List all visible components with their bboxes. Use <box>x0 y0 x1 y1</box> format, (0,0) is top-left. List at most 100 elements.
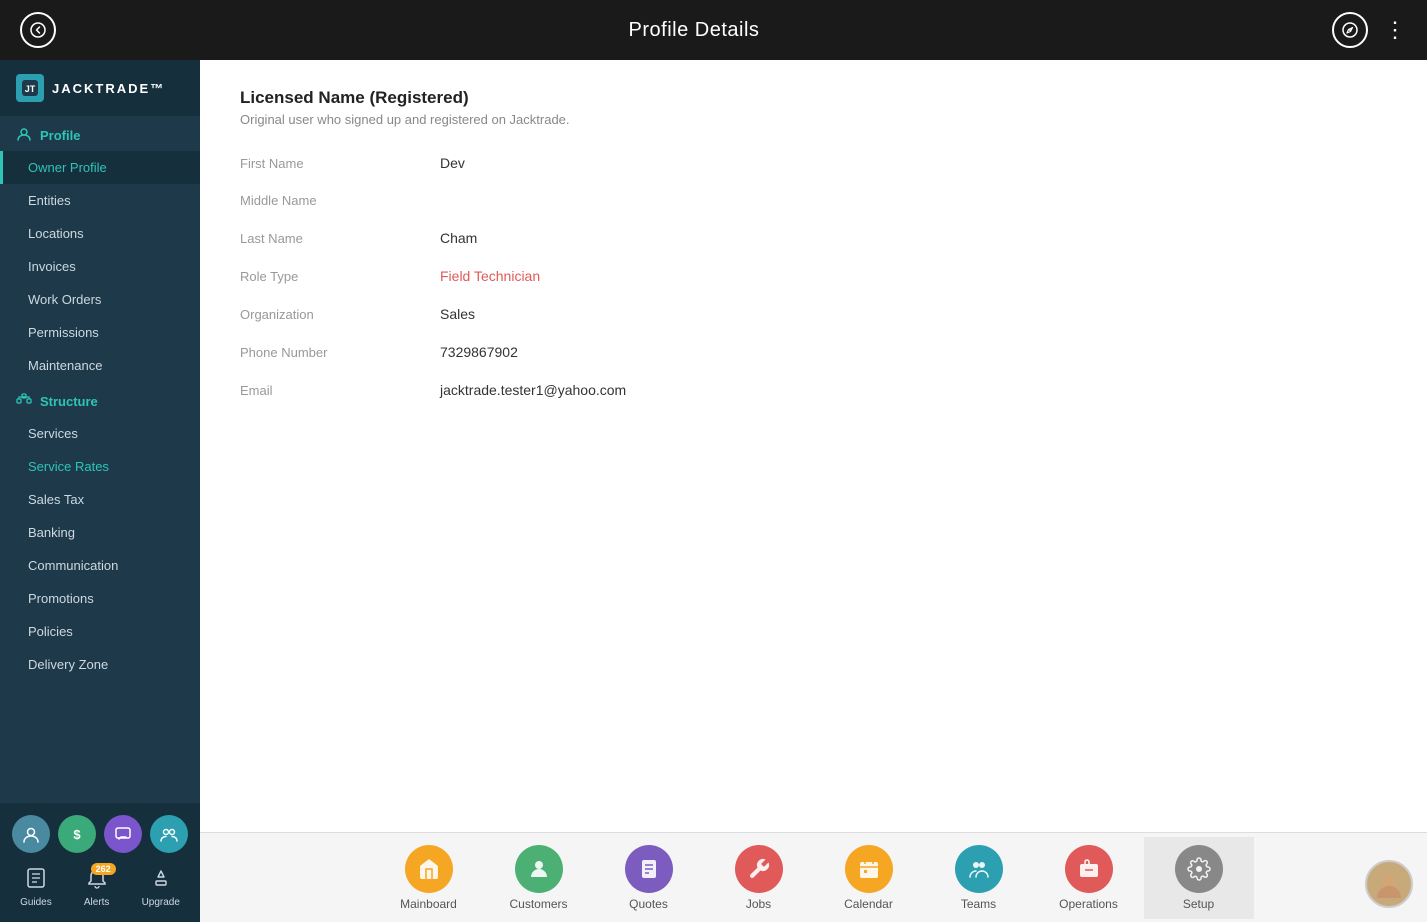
mainboard-icon <box>405 845 453 893</box>
profile-section-header: Profile <box>0 116 200 151</box>
customers-icon <box>515 845 563 893</box>
sidebar-item-work-orders[interactable]: Work Orders <box>0 283 200 316</box>
logo-text: JACKTRADE™ <box>52 81 165 96</box>
tab-quotes-label: Quotes <box>629 897 668 911</box>
field-row-organization: Organization Sales <box>240 306 1387 322</box>
sidebar-item-banking[interactable]: Banking <box>0 516 200 549</box>
tab-jobs-label: Jobs <box>746 897 771 911</box>
upgrade-button[interactable]: Upgrade <box>142 867 180 908</box>
page-title: Profile Details <box>629 19 760 42</box>
bottom-icon-profile[interactable] <box>12 815 50 853</box>
sidebar-scroll: Profile Owner Profile Entities Locations… <box>0 116 200 803</box>
sidebar-item-promotions[interactable]: Promotions <box>0 582 200 615</box>
sidebar-item-maintenance[interactable]: Maintenance <box>0 349 200 382</box>
field-row-last-name: Last Name Cham <box>240 230 1387 246</box>
upgrade-label: Upgrade <box>142 897 180 908</box>
tab-quotes[interactable]: Quotes <box>594 837 704 919</box>
tab-operations[interactable]: Operations <box>1034 837 1144 919</box>
back-button[interactable] <box>20 12 56 48</box>
bottom-icon-dollar[interactable]: $ <box>58 815 96 853</box>
sidebar-item-owner-profile[interactable]: Owner Profile <box>0 151 200 184</box>
tab-teams[interactable]: Teams <box>924 837 1034 919</box>
field-value-last-name: Cham <box>440 230 477 246</box>
tab-calendar-label: Calendar <box>844 897 893 911</box>
sidebar-item-services[interactable]: Services <box>0 417 200 450</box>
field-value-role-type: Field Technician <box>440 268 540 284</box>
profile-section-icon <box>16 126 32 145</box>
alerts-badge: 262 <box>91 863 116 875</box>
structure-section-label: Structure <box>40 394 98 409</box>
tab-calendar[interactable]: Calendar <box>814 837 924 919</box>
field-label-first-name: First Name <box>240 156 440 171</box>
avatar[interactable] <box>1365 860 1413 908</box>
sidebar: JT JACKTRADE™ Profile Owner Profile <box>0 60 200 922</box>
field-row-phone-number: Phone Number 7329867902 <box>240 344 1387 360</box>
field-value-phone-number: 7329867902 <box>440 344 518 360</box>
teams-icon <box>955 845 1003 893</box>
calendar-icon <box>845 845 893 893</box>
field-label-organization: Organization <box>240 307 440 322</box>
tab-mainboard[interactable]: Mainboard <box>374 837 484 919</box>
field-row-role-type: Role Type Field Technician <box>240 268 1387 284</box>
section-subtitle: Original user who signed up and register… <box>240 112 1387 127</box>
sidebar-item-delivery-zone[interactable]: Delivery Zone <box>0 648 200 681</box>
field-value-email: jacktrade.tester1@yahoo.com <box>440 382 626 398</box>
field-label-phone-number: Phone Number <box>240 345 440 360</box>
field-label-role-type: Role Type <box>240 269 440 284</box>
field-value-organization: Sales <box>440 306 475 322</box>
tab-jobs[interactable]: Jobs <box>704 837 814 919</box>
main-body: JT JACKTRADE™ Profile Owner Profile <box>0 60 1427 922</box>
quotes-icon <box>625 845 673 893</box>
content-area: Licensed Name (Registered) Original user… <box>200 60 1427 922</box>
structure-section-header: Structure <box>0 382 200 417</box>
operations-icon <box>1065 845 1113 893</box>
tab-setup[interactable]: Setup <box>1144 837 1254 919</box>
tab-customers-label: Customers <box>509 897 567 911</box>
field-label-middle-name: Middle Name <box>240 193 440 208</box>
sidebar-item-locations[interactable]: Locations <box>0 217 200 250</box>
svg-text:JT: JT <box>25 84 36 94</box>
tab-operations-label: Operations <box>1059 897 1118 911</box>
field-value-first-name: Dev <box>440 155 465 171</box>
sidebar-footer: Guides 262 Alerts <box>0 861 200 914</box>
guides-label: Guides <box>20 897 52 908</box>
sidebar-item-entities[interactable]: Entities <box>0 184 200 217</box>
tab-teams-label: Teams <box>961 897 996 911</box>
section-title: Licensed Name (Registered) <box>240 88 1387 108</box>
sidebar-bottom: $ <box>0 803 200 922</box>
sidebar-logo: JT JACKTRADE™ <box>0 60 200 116</box>
field-row-first-name: First Name Dev <box>240 155 1387 171</box>
svg-text:$: $ <box>73 827 81 842</box>
top-header: Profile Details ⋮ <box>0 0 1427 60</box>
field-label-last-name: Last Name <box>240 231 440 246</box>
sidebar-item-permissions[interactable]: Permissions <box>0 316 200 349</box>
field-row-email: Email jacktrade.tester1@yahoo.com <box>240 382 1387 398</box>
sidebar-item-policies[interactable]: Policies <box>0 615 200 648</box>
content-main: Licensed Name (Registered) Original user… <box>200 60 1427 832</box>
tab-customers[interactable]: Customers <box>484 837 594 919</box>
upgrade-icon <box>150 867 172 895</box>
sidebar-item-communication[interactable]: Communication <box>0 549 200 582</box>
structure-section-icon <box>16 392 32 411</box>
field-label-email: Email <box>240 383 440 398</box>
alerts-label: Alerts <box>84 897 110 908</box>
guides-button[interactable]: Guides <box>20 867 52 908</box>
alerts-button[interactable]: 262 Alerts <box>84 867 110 908</box>
edit-button[interactable] <box>1332 12 1368 48</box>
sidebar-item-invoices[interactable]: Invoices <box>0 250 200 283</box>
bottom-tabbar: Mainboard Customers <box>200 832 1427 922</box>
field-row-middle-name: Middle Name <box>240 193 1387 208</box>
tab-mainboard-label: Mainboard <box>400 897 457 911</box>
header-actions: ⋮ <box>1332 12 1407 48</box>
sidebar-bottom-icons: $ <box>0 811 200 861</box>
more-button[interactable]: ⋮ <box>1384 17 1407 43</box>
tab-setup-label: Setup <box>1183 897 1214 911</box>
logo-icon: JT <box>16 74 44 102</box>
jobs-icon <box>735 845 783 893</box>
setup-icon <box>1175 845 1223 893</box>
sidebar-item-sales-tax[interactable]: Sales Tax <box>0 483 200 516</box>
sidebar-item-service-rates[interactable]: Service Rates <box>0 450 200 483</box>
profile-section-label: Profile <box>40 128 80 143</box>
bottom-icon-team[interactable] <box>150 815 188 853</box>
bottom-icon-chat[interactable] <box>104 815 142 853</box>
